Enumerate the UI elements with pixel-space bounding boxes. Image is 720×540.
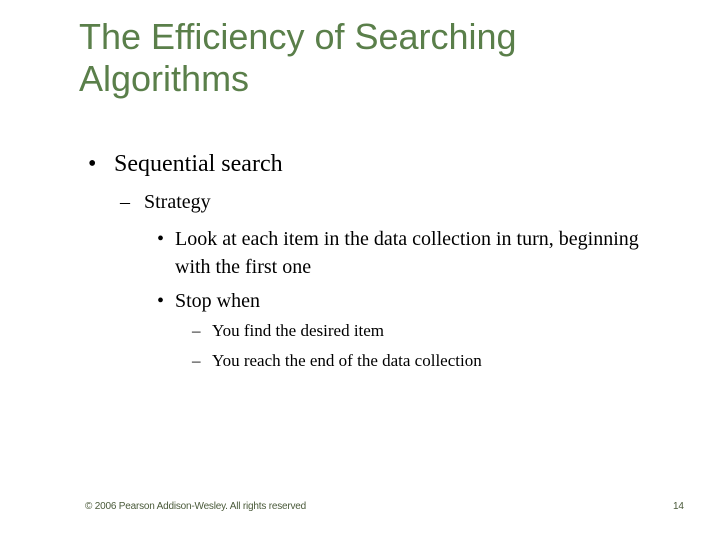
slide-title: The Efficiency of Searching Algorithms: [79, 16, 517, 99]
dash-marker: –: [192, 351, 201, 370]
subbullet-strategy: – Strategy: [120, 189, 211, 215]
subbullet-text: Strategy: [144, 191, 211, 213]
bullet-marker: •: [88, 151, 97, 177]
bullet-marker: •: [157, 290, 165, 312]
bullet-marker: •: [157, 228, 165, 250]
subsubbullet-text: Look at each item in the data collection…: [175, 228, 639, 278]
page-number: 14: [673, 501, 684, 512]
level4-text: You reach the end of the data collection: [212, 351, 482, 370]
dash-marker: –: [120, 191, 130, 213]
level4-bullet-reach-end: – You reach the end of the data collectio…: [192, 350, 482, 372]
level4-bullet-find-item: – You find the desired item: [192, 320, 384, 342]
bullet-sequential-search: • Sequential search: [88, 149, 283, 179]
footer-copyright: © 2006 Pearson Addison-Wesley. All right…: [85, 501, 307, 512]
bullet-text: Sequential search: [114, 151, 283, 177]
subsubbullet-stop-when: • Stop when: [157, 287, 655, 315]
level4-text: You find the desired item: [212, 321, 385, 340]
subsubbullet-text: Stop when: [175, 290, 260, 312]
subsubbullet-look-at-each-item: • Look at each item in the data collecti…: [157, 225, 655, 281]
dash-marker: –: [192, 321, 201, 340]
